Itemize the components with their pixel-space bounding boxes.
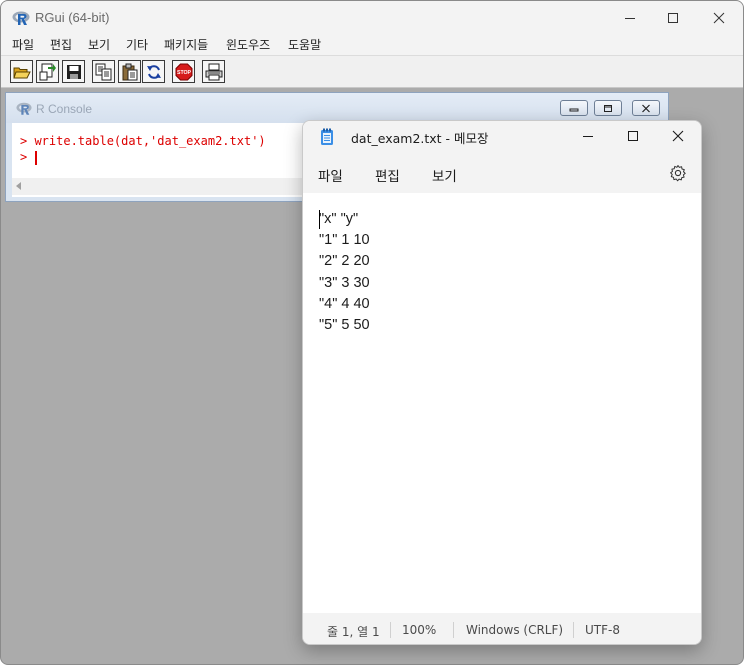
menu-file[interactable]: 파일	[12, 36, 34, 53]
notepad-close-button[interactable]	[655, 121, 701, 151]
maximize-icon	[668, 13, 678, 23]
r-logo-icon	[16, 102, 32, 115]
notepad-title: dat_exam2.txt - 메모장	[351, 131, 489, 146]
copy-button[interactable]	[92, 60, 115, 83]
maximize-icon	[628, 131, 638, 141]
refresh-icon	[146, 64, 161, 79]
text-caret	[319, 210, 320, 229]
settings-gear-icon[interactable]	[669, 164, 687, 182]
console-line: > write.table(dat,'dat_exam2.txt')	[20, 134, 266, 148]
console-caret	[35, 151, 37, 165]
menu-help[interactable]: 도움말	[288, 36, 321, 53]
console-prompt: >	[20, 150, 28, 164]
save-button[interactable]	[62, 60, 85, 83]
load-workspace-button[interactable]	[36, 60, 59, 83]
copy-icon	[95, 63, 111, 80]
load-workspace-icon	[39, 63, 56, 80]
stop-label: STOP	[176, 70, 191, 76]
open-script-icon	[12, 67, 31, 78]
console-close-button[interactable]	[632, 100, 660, 116]
status-cursor-position: 줄 1, 열 1	[327, 625, 380, 639]
status-line-ending: Windows (CRLF)	[466, 623, 564, 637]
stop-icon: STOP	[175, 63, 192, 80]
close-icon	[672, 130, 684, 142]
refresh-button[interactable]	[142, 60, 165, 83]
close-icon	[713, 12, 725, 24]
rgui-minimize-button[interactable]	[607, 1, 653, 35]
menu-packages[interactable]: 패키지들	[164, 36, 208, 53]
print-button[interactable]	[202, 60, 225, 83]
r-logo-icon	[12, 11, 30, 25]
restore-icon	[604, 104, 612, 112]
console-restore-button[interactable]	[594, 100, 622, 116]
close-icon	[642, 104, 650, 112]
r-console-title: R Console	[36, 102, 93, 116]
rgui-titlebar[interactable]: RGui (64-bit)	[1, 1, 743, 35]
status-separator	[390, 622, 391, 638]
status-zoom: 100%	[402, 623, 437, 637]
print-icon	[205, 63, 222, 80]
rgui-close-button[interactable]	[696, 1, 742, 35]
paste-icon	[122, 63, 137, 80]
scroll-left-arrow-icon[interactable]	[16, 182, 21, 190]
notepad-menu-file[interactable]: 파일	[318, 165, 343, 185]
notepad-menu-edit[interactable]: 편집	[375, 165, 400, 185]
status-separator	[573, 622, 574, 638]
save-icon	[66, 64, 81, 79]
status-encoding: UTF-8	[585, 623, 620, 637]
notepad-maximize-button[interactable]	[610, 121, 656, 151]
console-minimize-button[interactable]	[560, 100, 588, 116]
paste-button[interactable]	[118, 60, 141, 83]
notepad-window: dat_exam2.txt - 메모장 파일 편집 보기 "x" "y" "1"…	[302, 120, 702, 645]
notepad-menu-view[interactable]: 보기	[432, 165, 457, 185]
minimize-icon	[625, 18, 635, 19]
open-script-button[interactable]	[10, 60, 33, 83]
notepad-icon	[321, 128, 333, 145]
minimize-icon	[583, 136, 593, 137]
menu-windows[interactable]: 윈도우즈	[226, 36, 270, 53]
menu-misc[interactable]: 기타	[126, 36, 148, 53]
stop-button[interactable]: STOP	[172, 60, 195, 83]
menu-view[interactable]: 보기	[88, 36, 110, 53]
notepad-text-area[interactable]: "x" "y" "1" 1 10 "2" 2 20 "3" 3 30 "4" 4…	[303, 193, 701, 613]
menu-edit[interactable]: 편집	[50, 36, 72, 53]
notepad-minimize-button[interactable]	[565, 121, 611, 151]
notepad-header: dat_exam2.txt - 메모장 파일 편집 보기	[303, 121, 701, 193]
rgui-title: RGui (64-bit)	[35, 10, 110, 25]
rgui-toolbar: STOP	[1, 55, 743, 88]
r-console-titlebar[interactable]: R Console	[6, 93, 668, 123]
notepad-content: "x" "y" "1" 1 10 "2" 2 20 "3" 3 30 "4" 4…	[319, 211, 370, 334]
status-separator	[453, 622, 454, 638]
notepad-statusbar: 줄 1, 열 1 100% Windows (CRLF) UTF-8	[303, 613, 701, 644]
minimize-icon	[569, 108, 579, 112]
rgui-maximize-button[interactable]	[650, 1, 696, 35]
rgui-menubar: 파일 편집 보기 기타 패키지들 윈도우즈 도움말	[1, 35, 743, 55]
